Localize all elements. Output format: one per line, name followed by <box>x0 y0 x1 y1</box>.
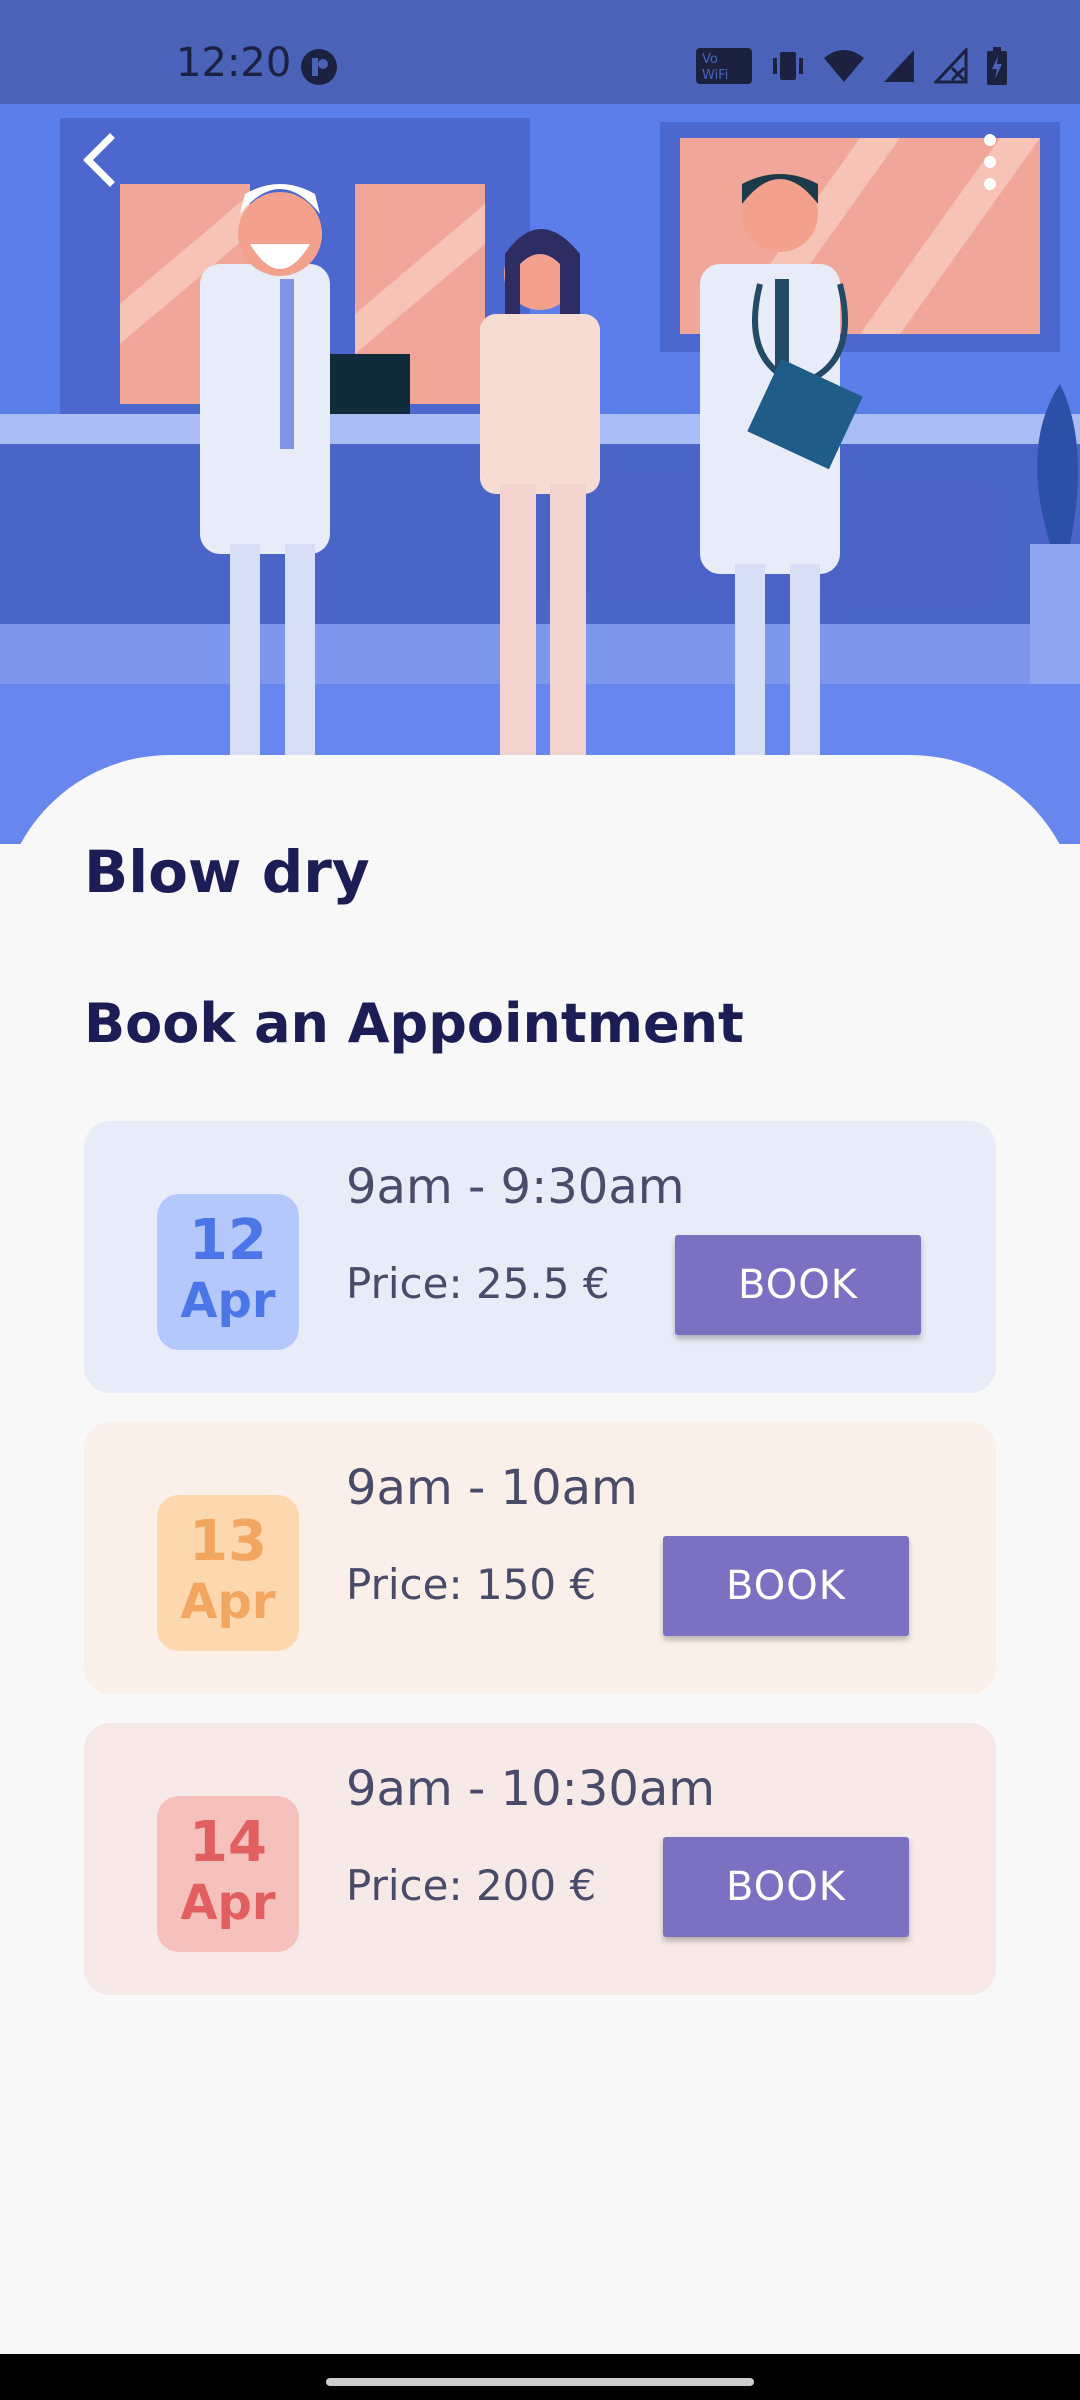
more-vertical-icon[interactable] <box>970 130 1010 194</box>
status-icons: Vo WiFi <box>696 46 1008 86</box>
medical-staff-illustration <box>0 104 1080 844</box>
status-time: 12:20 <box>176 40 292 86</box>
svg-text:WiFi: WiFi <box>702 68 728 83</box>
date-month: Apr <box>180 1574 276 1630</box>
book-button[interactable]: BOOK <box>675 1235 921 1335</box>
app-notification-icon <box>301 49 337 85</box>
date-day: 12 <box>189 1208 267 1273</box>
appointment-slot: 14 Apr 9am - 10:30am Price: 200 € BOOK <box>84 1723 996 1995</box>
signal-icon <box>884 50 914 82</box>
date-month: Apr <box>180 1875 276 1931</box>
system-nav-bar <box>0 2354 1080 2400</box>
appointment-slot: 12 Apr 9am - 9:30am Price: 25.5 € BOOK <box>84 1121 996 1393</box>
date-badge: 12 Apr <box>157 1194 299 1350</box>
slot-price: Price: 200 € <box>346 1861 597 1910</box>
date-badge: 14 Apr <box>157 1796 299 1952</box>
status-bar: 12:20 Vo WiFi <box>0 0 1080 104</box>
slot-time: 9am - 10am <box>346 1460 638 1516</box>
appointment-slot: 13 Apr 9am - 10am Price: 150 € BOOK <box>84 1422 996 1694</box>
date-badge: 13 Apr <box>157 1495 299 1651</box>
signal-no-data-icon <box>934 48 968 84</box>
service-title: Blow dry <box>84 838 370 906</box>
date-day: 13 <box>189 1509 267 1574</box>
back-chevron-icon[interactable] <box>70 128 134 192</box>
date-day: 14 <box>189 1810 267 1875</box>
hero-illustration <box>0 104 1080 844</box>
wifi-icon <box>824 50 864 82</box>
book-button[interactable]: BOOK <box>663 1837 909 1937</box>
battery-charging-icon <box>987 47 1007 85</box>
slot-time: 9am - 9:30am <box>346 1159 685 1215</box>
vibrate-icon <box>773 52 803 80</box>
section-title: Book an Appointment <box>84 992 744 1055</box>
slot-price: Price: 150 € <box>346 1560 597 1609</box>
slot-time: 9am - 10:30am <box>346 1761 716 1817</box>
vowifi-icon: Vo WiFi <box>696 48 752 84</box>
book-button[interactable]: BOOK <box>663 1536 909 1636</box>
slot-price: Price: 25.5 € <box>346 1259 610 1308</box>
home-gesture-handle[interactable] <box>326 2378 754 2386</box>
date-month: Apr <box>180 1273 276 1329</box>
svg-text:Vo: Vo <box>702 52 718 67</box>
